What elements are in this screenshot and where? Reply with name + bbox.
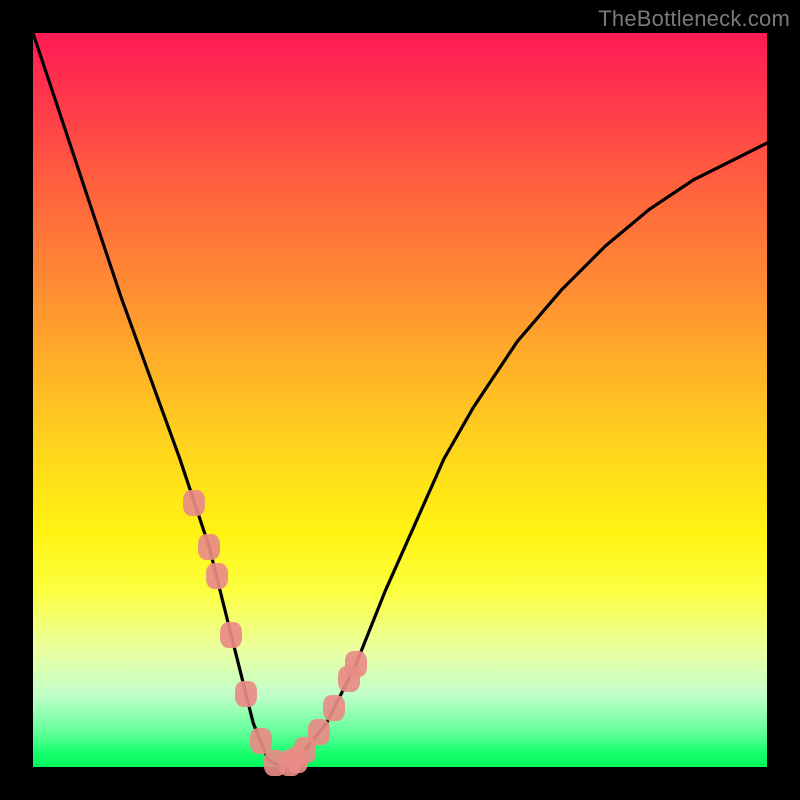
- bottleneck-curve: [33, 33, 767, 767]
- chart-frame: TheBottleneck.com: [0, 0, 800, 800]
- highlight-node: [198, 534, 220, 560]
- curve-svg: [33, 33, 767, 767]
- highlight-node: [345, 651, 367, 677]
- highlight-node: [323, 695, 345, 721]
- highlight-node: [183, 490, 205, 516]
- plot-area: [33, 33, 767, 767]
- highlight-node: [235, 681, 257, 707]
- watermark-text: TheBottleneck.com: [598, 6, 790, 32]
- highlight-node: [206, 563, 228, 589]
- highlight-node: [308, 719, 330, 745]
- highlight-node: [220, 622, 242, 648]
